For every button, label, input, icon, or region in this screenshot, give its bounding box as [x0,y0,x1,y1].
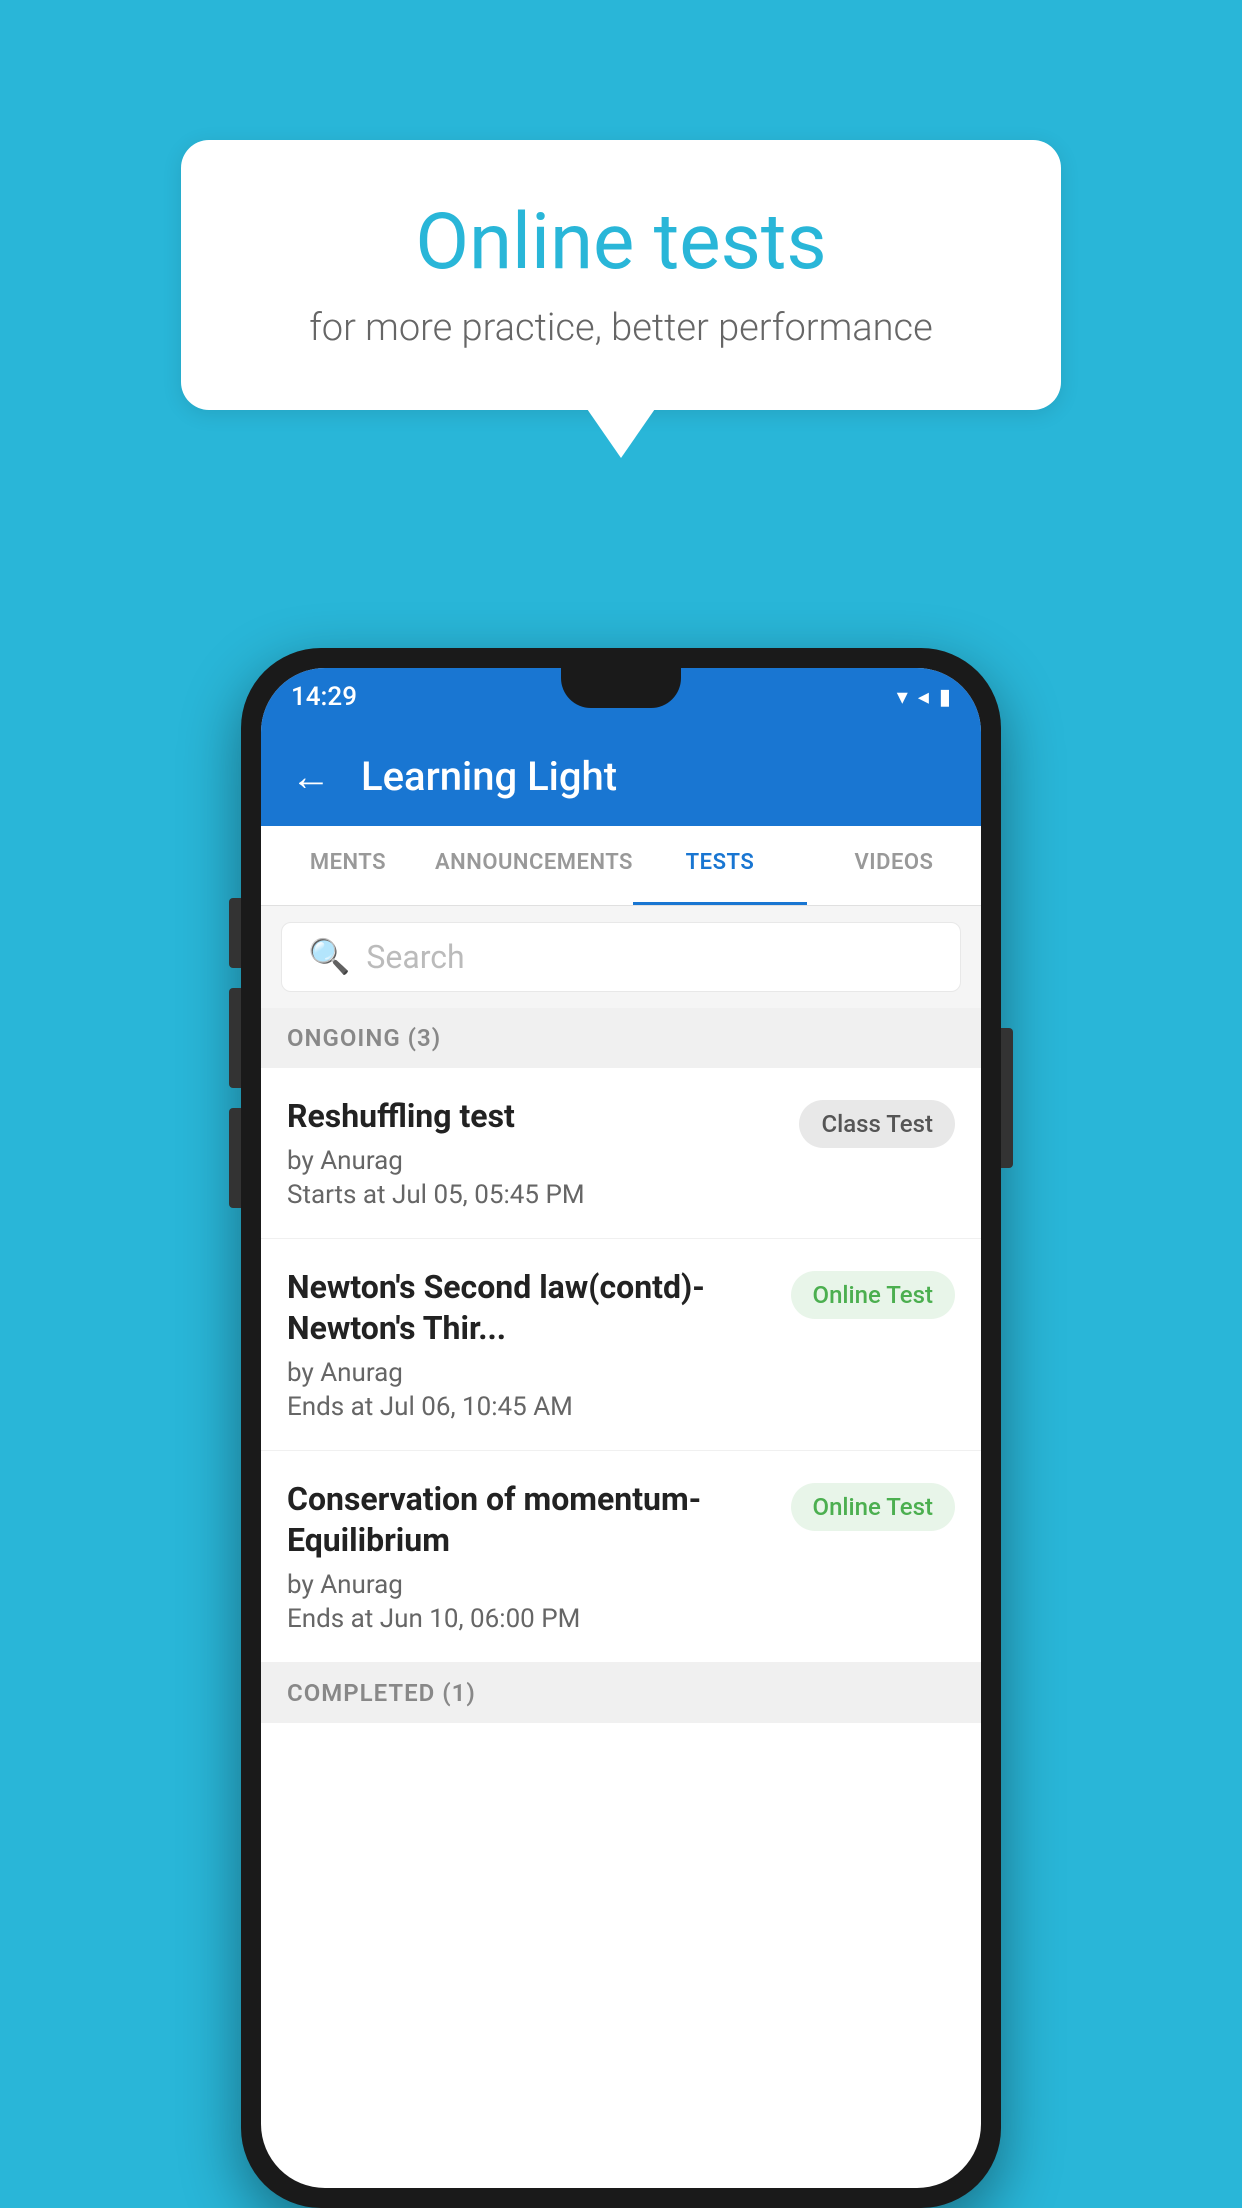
search-bar-container: 🔍 Search [261,906,981,1008]
notch [561,668,681,708]
side-button-vol-up [229,988,241,1088]
status-time: 14:29 [291,682,357,712]
speech-bubble-subtitle: for more practice, better performance [251,306,991,350]
speech-bubble-container: Online tests for more practice, better p… [181,140,1061,410]
search-icon: 🔍 [308,937,350,977]
completed-section-header: COMPLETED (1) [261,1663,981,1723]
side-button-vol-down [229,1108,241,1208]
test-title-3: Conservation of momentum-Equilibrium [287,1479,775,1562]
test-author-1: by Anurag [287,1146,783,1176]
tab-bar: MENTS ANNOUNCEMENTS TESTS VIDEOS [261,826,981,906]
wifi-icon: ▾ [897,685,908,710]
status-icons: ▾ ◂ ▮ [897,685,951,710]
app-bar-title: Learning Light [361,753,617,800]
phone-screen: 14:29 ▾ ◂ ▮ ← Learning Light MENTS ANNOU… [261,668,981,2188]
test-title-2: Newton's Second law(contd)-Newton's Thir… [287,1267,775,1350]
status-bar: 14:29 ▾ ◂ ▮ [261,668,981,726]
search-bar[interactable]: 🔍 Search [281,922,961,992]
tab-announcements[interactable]: ANNOUNCEMENTS [435,826,633,905]
test-date-2: Ends at Jul 06, 10:45 AM [287,1392,775,1422]
tab-tests[interactable]: TESTS [633,826,807,905]
tab-videos[interactable]: VIDEOS [807,826,981,905]
test-title-1: Reshuffling test [287,1096,783,1138]
test-date-1: Starts at Jul 05, 05:45 PM [287,1180,783,1210]
signal-icon: ◂ [918,685,929,710]
test-item-2[interactable]: Newton's Second law(contd)-Newton's Thir… [261,1239,981,1451]
battery-icon: ▮ [939,685,951,710]
speech-bubble-title: Online tests [251,200,991,286]
side-button-power [229,898,241,968]
test-item-3[interactable]: Conservation of momentum-Equilibrium by … [261,1451,981,1663]
test-author-2: by Anurag [287,1358,775,1388]
test-list: Reshuffling test by Anurag Starts at Jul… [261,1068,981,1663]
test-date-3: Ends at Jun 10, 06:00 PM [287,1604,775,1634]
test-item-1-content: Reshuffling test by Anurag Starts at Jul… [287,1096,783,1210]
side-button-right [1001,1028,1013,1168]
test-author-3: by Anurag [287,1570,775,1600]
test-badge-1: Class Test [799,1100,955,1148]
phone-frame: 14:29 ▾ ◂ ▮ ← Learning Light MENTS ANNOU… [241,648,1001,2208]
test-item-2-content: Newton's Second law(contd)-Newton's Thir… [287,1267,775,1422]
ongoing-section-header: ONGOING (3) [261,1008,981,1068]
test-badge-2: Online Test [791,1271,955,1319]
speech-bubble: Online tests for more practice, better p… [181,140,1061,410]
test-item-1[interactable]: Reshuffling test by Anurag Starts at Jul… [261,1068,981,1239]
search-placeholder: Search [366,938,464,976]
back-button[interactable]: ← [291,753,331,800]
app-bar: ← Learning Light [261,726,981,826]
test-item-3-content: Conservation of momentum-Equilibrium by … [287,1479,775,1634]
test-badge-3: Online Test [791,1483,955,1531]
tab-ments[interactable]: MENTS [261,826,435,905]
